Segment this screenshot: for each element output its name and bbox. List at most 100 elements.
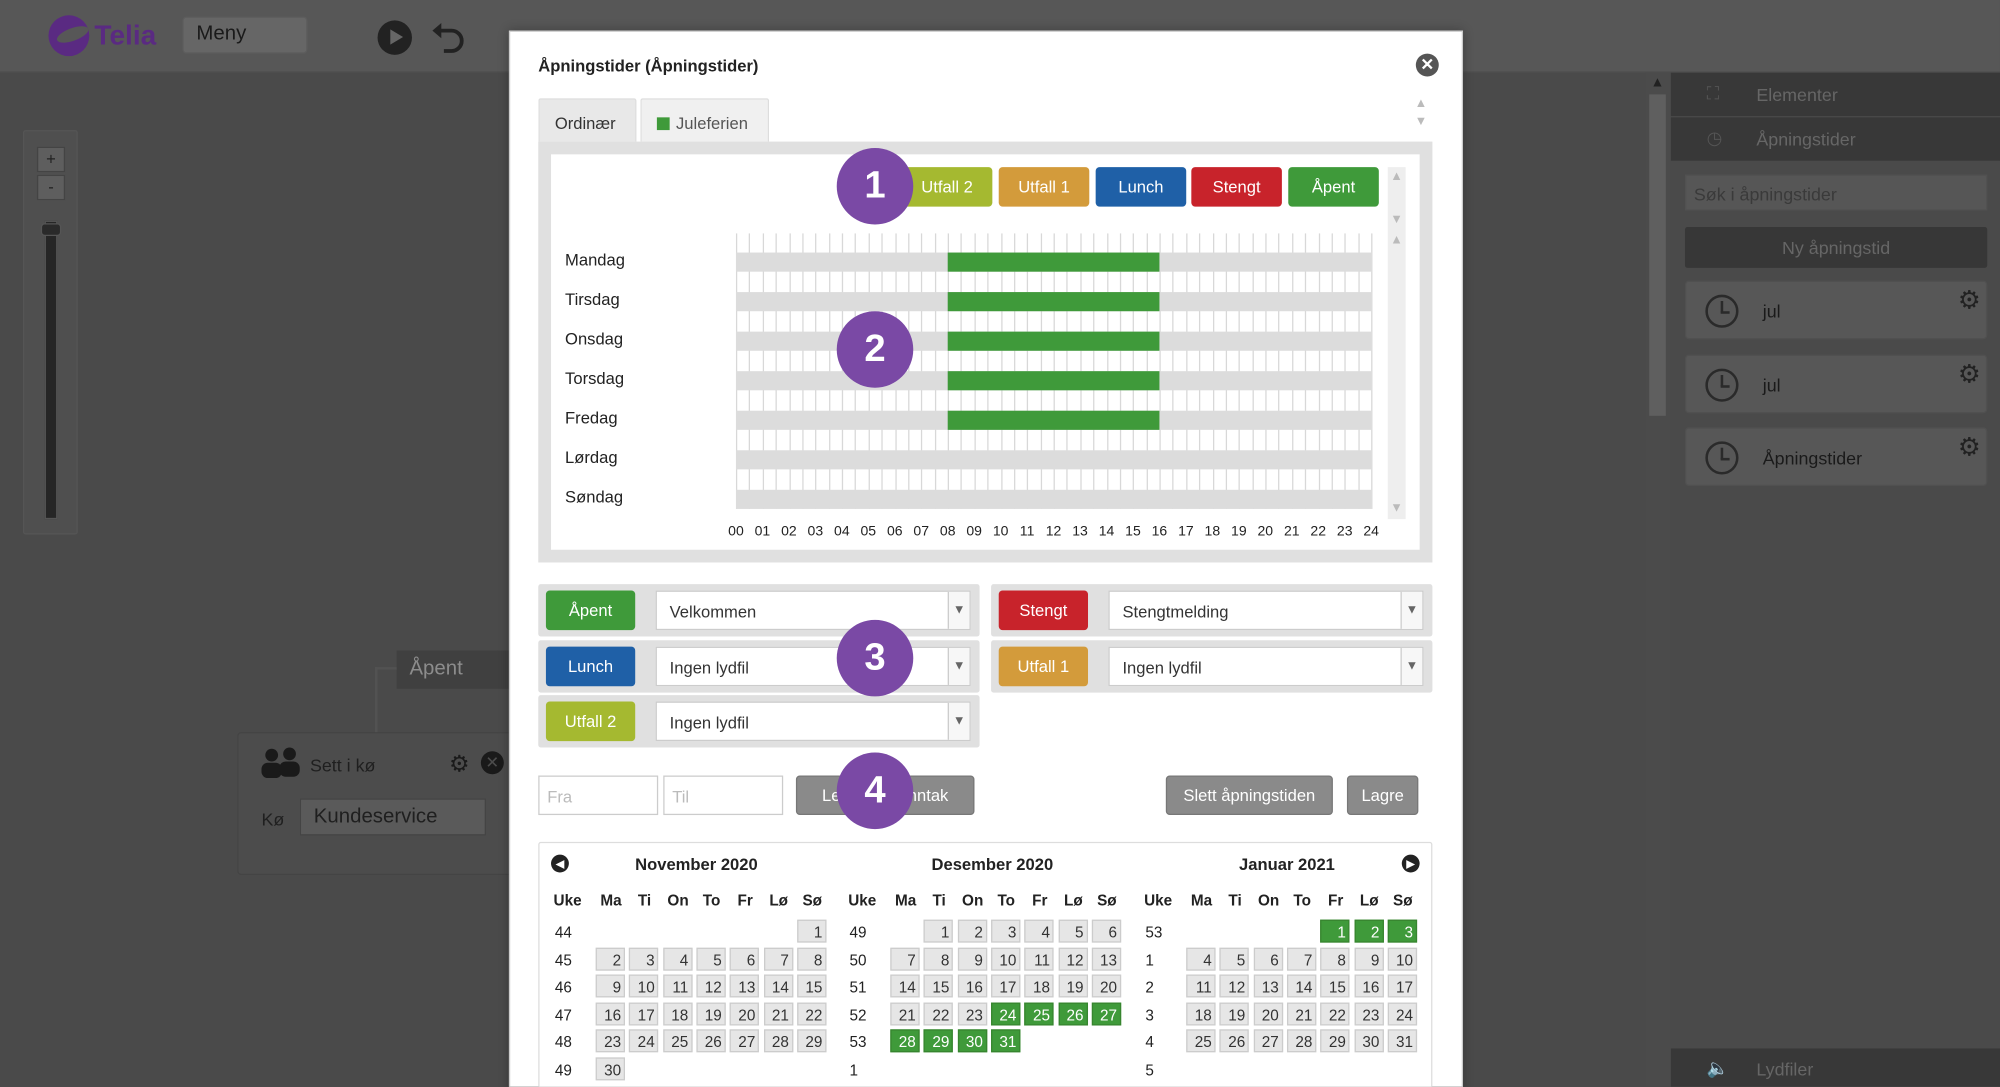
tab-juleferien[interactable]: Juleferien bbox=[640, 98, 770, 142]
menu-button[interactable]: Meny bbox=[182, 16, 308, 54]
calendar-day[interactable]: 29 bbox=[1320, 1029, 1350, 1053]
calendar-day[interactable]: 16 bbox=[1353, 974, 1384, 998]
calendar-day[interactable]: 6 bbox=[1253, 947, 1283, 971]
canvas-scrollbar[interactable]: ▲ bbox=[1645, 72, 1671, 1087]
calendar-day[interactable]: 13 bbox=[1091, 947, 1121, 971]
calendar-day[interactable]: 11 bbox=[1024, 947, 1054, 971]
opening-hours-item[interactable]: Åpningstider ⚙ bbox=[1684, 427, 1988, 486]
scrollbar-thumb[interactable] bbox=[1649, 94, 1666, 416]
open-interval[interactable] bbox=[947, 331, 1160, 351]
calendar-day[interactable]: 24 bbox=[629, 1029, 659, 1053]
play-icon[interactable] bbox=[377, 20, 412, 55]
calendar-day[interactable]: 27 bbox=[1253, 1029, 1283, 1053]
new-opening-hours-button[interactable]: Ny åpningstid bbox=[1684, 227, 1988, 268]
chevron-down-icon[interactable]: ▼ bbox=[1400, 647, 1423, 685]
calendar-day[interactable]: 4 bbox=[1186, 947, 1216, 971]
chevron-down-icon[interactable]: ▼ bbox=[947, 591, 970, 629]
save-button[interactable]: Lagre bbox=[1346, 775, 1419, 816]
calendar-day[interactable]: 19 bbox=[1058, 974, 1088, 998]
week-grid[interactable] bbox=[735, 233, 1373, 511]
sidebar-tab-opening-hours[interactable]: ◷ Åpningstider bbox=[1670, 117, 2000, 161]
tab-ordinaer[interactable]: Ordinær bbox=[538, 98, 637, 142]
calendar-day[interactable]: 20 bbox=[1253, 1001, 1283, 1025]
calendar-day[interactable]: 26 bbox=[1219, 1029, 1250, 1053]
calendar-day[interactable]: 14 bbox=[1286, 974, 1317, 998]
calendar-day[interactable]: 2 bbox=[595, 947, 625, 971]
calendar-day[interactable]: 30 bbox=[595, 1056, 625, 1080]
calendar-day[interactable]: 14 bbox=[763, 974, 793, 998]
calendar-day[interactable]: 11 bbox=[662, 974, 693, 998]
flow-node-queue[interactable]: Sett i kø ⚙ ✕ Kø Kundeservice bbox=[237, 732, 531, 875]
open-interval[interactable] bbox=[947, 371, 1160, 391]
zoom-in-button[interactable]: + bbox=[36, 146, 66, 173]
calendar-day[interactable]: 3 bbox=[990, 919, 1021, 943]
calendar-day[interactable]: 18 bbox=[662, 1001, 693, 1025]
dialog-scrollbar[interactable]: ▲ ▼ bbox=[1411, 96, 1431, 142]
calendar-day[interactable]: 23 bbox=[1353, 1001, 1384, 1025]
gear-icon[interactable]: ⚙ bbox=[1958, 284, 1981, 316]
calendar-day[interactable]: 14 bbox=[890, 974, 920, 998]
zoom-slider-handle[interactable] bbox=[40, 223, 62, 236]
calendar-day[interactable]: 6 bbox=[1091, 919, 1121, 943]
calendar-day[interactable]: 23 bbox=[595, 1029, 625, 1053]
prev-month-icon[interactable]: ◀ bbox=[551, 854, 569, 873]
calendar-day[interactable]: 17 bbox=[990, 974, 1021, 998]
outcome-select-stengt[interactable]: Stengtmelding ▼ bbox=[1108, 590, 1424, 631]
calendar-day[interactable]: 19 bbox=[696, 1001, 726, 1025]
calendar-day[interactable]: 28 bbox=[763, 1029, 793, 1053]
calendar-day[interactable]: 1 bbox=[923, 919, 954, 943]
open-interval[interactable] bbox=[947, 292, 1160, 312]
calendar-day[interactable]: 5 bbox=[1058, 919, 1088, 943]
chevron-down-icon[interactable]: ▼ bbox=[947, 702, 970, 740]
calendar-day[interactable]: 3 bbox=[1387, 919, 1417, 943]
calendar-day[interactable]: 4 bbox=[662, 947, 693, 971]
calendar-day[interactable]: 31 bbox=[1387, 1029, 1417, 1053]
opening-hours-item[interactable]: jul ⚙ bbox=[1684, 280, 1988, 340]
calendar-day[interactable]: 25 bbox=[662, 1029, 693, 1053]
calendar-day[interactable]: 17 bbox=[1387, 974, 1417, 998]
legend-utfall-2[interactable]: Utfall 2 bbox=[901, 167, 993, 207]
calendar-day[interactable]: 17 bbox=[629, 1001, 659, 1025]
calendar-day[interactable]: 21 bbox=[890, 1001, 920, 1025]
calendar-day[interactable]: 22 bbox=[923, 1001, 954, 1025]
calendar-day[interactable]: 10 bbox=[990, 947, 1021, 971]
calendar-day[interactable]: 28 bbox=[890, 1029, 920, 1053]
calendar-day[interactable]: 12 bbox=[696, 974, 726, 998]
calendar-day[interactable]: 3 bbox=[629, 947, 659, 971]
calendar-day[interactable]: 26 bbox=[696, 1029, 726, 1053]
from-date-input[interactable]: Fra bbox=[538, 775, 659, 816]
open-interval[interactable] bbox=[947, 252, 1160, 272]
calendar-day[interactable]: 10 bbox=[629, 974, 659, 998]
close-icon[interactable]: ✕ bbox=[480, 751, 504, 775]
legend-stengt[interactable]: Stengt bbox=[1191, 167, 1282, 207]
gear-icon[interactable]: ⚙ bbox=[1958, 431, 1981, 463]
calendar-day[interactable]: 7 bbox=[890, 947, 920, 971]
gear-icon[interactable]: ⚙ bbox=[449, 751, 470, 778]
calendar-day[interactable]: 6 bbox=[729, 947, 760, 971]
day-band[interactable] bbox=[735, 489, 1372, 509]
calendar-day[interactable]: 27 bbox=[1091, 1001, 1121, 1025]
calendar-day[interactable]: 13 bbox=[1253, 974, 1283, 998]
calendar-day[interactable]: 13 bbox=[729, 974, 760, 998]
calendar-day[interactable]: 31 bbox=[990, 1029, 1021, 1053]
calendar-day[interactable]: 8 bbox=[1320, 947, 1350, 971]
undo-icon[interactable] bbox=[431, 20, 467, 53]
calendar-day[interactable]: 18 bbox=[1186, 1001, 1216, 1025]
calendar-day[interactable]: 20 bbox=[1091, 974, 1121, 998]
calendar-day[interactable]: 20 bbox=[729, 1001, 760, 1025]
opening-hours-search-input[interactable]: Søk i åpningstider bbox=[1684, 174, 1988, 211]
calendar-day[interactable]: 25 bbox=[1024, 1001, 1054, 1025]
calendar-day[interactable]: 19 bbox=[1219, 1001, 1250, 1025]
calendar-day[interactable]: 9 bbox=[595, 974, 625, 998]
calendar-day[interactable]: 11 bbox=[1186, 974, 1216, 998]
calendar-day[interactable]: 4 bbox=[1024, 919, 1054, 943]
outcome-select-utfall-2[interactable]: Ingen lydfil ▼ bbox=[655, 701, 971, 742]
calendar-day[interactable]: 1 bbox=[796, 919, 827, 943]
calendar-day[interactable]: 30 bbox=[1353, 1029, 1384, 1053]
opening-hours-item[interactable]: jul ⚙ bbox=[1684, 354, 1988, 414]
next-month-icon[interactable]: ▶ bbox=[1401, 854, 1420, 873]
calendar-day[interactable]: 24 bbox=[1387, 1001, 1417, 1025]
chevron-down-icon[interactable]: ▼ bbox=[1400, 591, 1423, 629]
to-date-input[interactable]: Til bbox=[663, 775, 784, 816]
zoom-slider[interactable] bbox=[44, 220, 58, 520]
